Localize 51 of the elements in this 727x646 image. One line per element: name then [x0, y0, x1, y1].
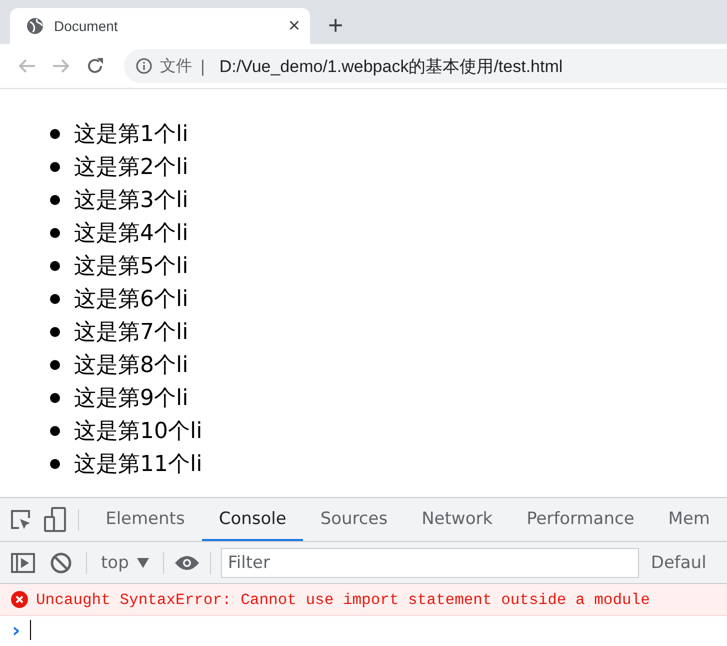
bullet-icon	[50, 228, 60, 238]
list-item: 这是第7个li	[74, 318, 188, 346]
bullet-icon	[50, 426, 60, 436]
clear-console-icon[interactable]	[50, 552, 72, 574]
address-bar[interactable]: 文件 | D:/Vue_demo/1.webpack的基本使用/test.html	[124, 49, 727, 83]
log-levels-dropdown[interactable]: Defaul	[650, 552, 706, 572]
bullet-icon	[50, 360, 60, 370]
info-icon	[136, 58, 152, 74]
browser-tab[interactable]: Document ×	[10, 8, 310, 44]
list-item: 这是第10个li	[74, 418, 202, 446]
bullet-icon	[50, 194, 60, 204]
separator: |	[200, 56, 206, 76]
bullet-icon	[50, 294, 60, 304]
list-item: 这是第6个li	[74, 286, 188, 314]
bullet-icon	[50, 392, 60, 402]
devtools-tab[interactable]: Mem	[651, 498, 727, 541]
devtools-tab[interactable]: Sources	[303, 498, 405, 541]
security-label: 文件	[160, 56, 192, 76]
devtools-tab[interactable]: Elements	[88, 498, 202, 541]
reload-icon[interactable]	[86, 57, 104, 75]
list-item: 这是第3个li	[74, 186, 188, 214]
devtools-tab[interactable]: Network	[404, 498, 510, 541]
list-item: 这是第9个li	[74, 384, 188, 412]
close-tab-button[interactable]: ×	[288, 16, 300, 36]
dropdown-caret-icon	[136, 558, 149, 568]
tab-title: Document	[54, 18, 119, 34]
list-item: 这是第1个li	[74, 120, 188, 148]
bullet-icon	[50, 128, 60, 138]
url-text: D:/Vue_demo/1.webpack的基本使用/test.html	[219, 56, 563, 78]
inspect-icon[interactable]	[8, 508, 33, 532]
list-item: 这是第8个li	[74, 352, 188, 380]
list-item: 这是第4个li	[74, 220, 188, 248]
bullet-icon	[50, 458, 60, 468]
list-item: 这是第11个li	[74, 450, 202, 478]
bullet-icon	[50, 162, 60, 172]
devtools-tab[interactable]: Performance	[510, 498, 652, 541]
eye-icon[interactable]	[174, 554, 200, 570]
error-message: Uncaught SyntaxError: Cannot use import statement outside a module	[36, 590, 650, 608]
device-toolbar-icon[interactable]	[42, 506, 67, 532]
bullet-icon	[50, 260, 60, 270]
filter-field[interactable]: Filter	[220, 548, 639, 578]
new-tab-button[interactable]: +	[328, 12, 344, 38]
list-item: 这是第5个li	[74, 252, 188, 280]
error-icon	[11, 591, 28, 608]
globe-icon	[26, 17, 44, 35]
bullet-icon	[50, 326, 60, 336]
text-cursor	[30, 620, 32, 640]
list-item: 这是第2个li	[74, 154, 188, 182]
context-selector[interactable]: top	[97, 552, 153, 572]
prompt-caret: ›	[12, 618, 20, 642]
sidebar-toggle-icon[interactable]	[11, 552, 35, 572]
